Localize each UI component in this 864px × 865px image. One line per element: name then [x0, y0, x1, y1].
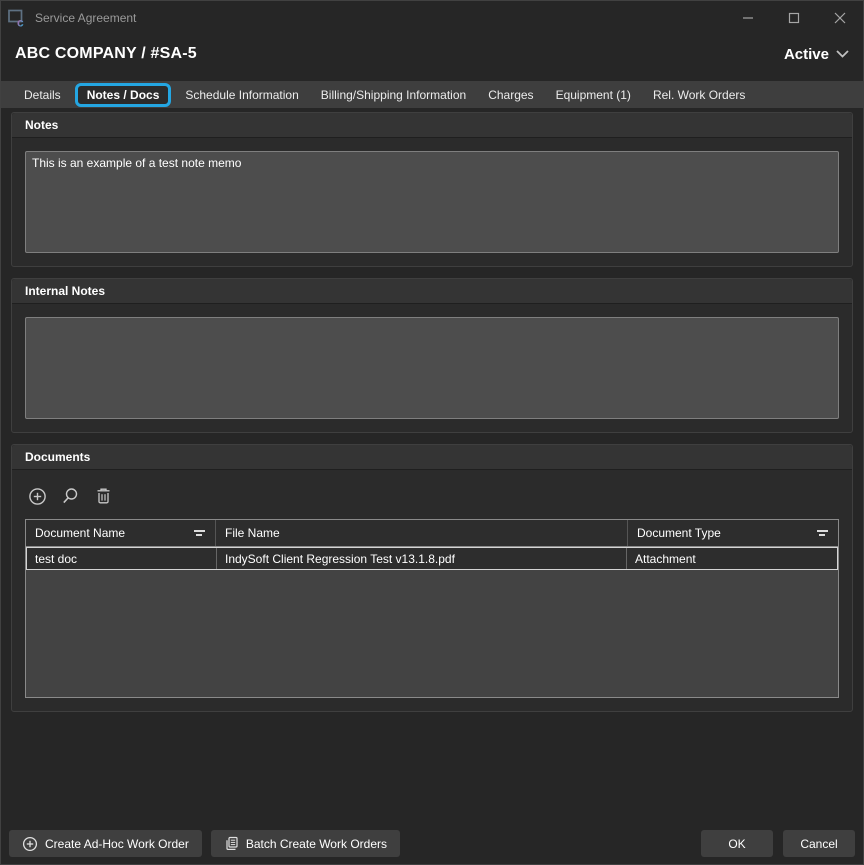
column-header-document-type[interactable]: Document Type: [628, 520, 838, 546]
service-agreement-window: c Service Agreement ABC COMPANY / #SA-5 …: [0, 0, 864, 865]
svg-text:c: c: [17, 16, 24, 30]
tab-schedule-information[interactable]: Schedule Information: [174, 83, 309, 107]
internal-notes-panel: Internal Notes: [11, 278, 853, 433]
page-title: ABC COMPANY / #SA-5: [15, 45, 197, 63]
maximize-icon: [788, 12, 800, 24]
add-document-button[interactable]: [27, 486, 47, 506]
ok-button[interactable]: OK: [701, 830, 773, 857]
trash-icon: [95, 487, 112, 505]
app-logo-icon: c: [6, 6, 30, 30]
documents-panel-header: Documents: [12, 445, 852, 470]
header: ABC COMPANY / #SA-5 Active: [1, 35, 863, 73]
column-header-document-name[interactable]: Document Name: [26, 520, 216, 546]
status-dropdown[interactable]: Active: [784, 46, 849, 63]
window-title: Service Agreement: [35, 11, 725, 25]
tab-charges[interactable]: Charges: [477, 83, 544, 107]
tab-content: Notes This is an example of a test note …: [1, 112, 863, 712]
tab-equipment[interactable]: Equipment (1): [545, 83, 642, 107]
batch-create-work-orders-button[interactable]: Batch Create Work Orders: [211, 830, 400, 857]
internal-notes-panel-header: Internal Notes: [12, 279, 852, 304]
sort-icon[interactable]: [194, 528, 206, 538]
cell-document-name: test doc: [27, 548, 217, 569]
documents-panel: Documents: [11, 444, 853, 712]
magnifier-icon: [61, 487, 79, 505]
tab-notes-docs[interactable]: Notes / Docs: [75, 83, 172, 107]
documents-toolbar: [27, 485, 839, 507]
tab-bar: Details Notes / Docs Schedule Informatio…: [1, 81, 863, 108]
titlebar: c Service Agreement: [1, 1, 863, 35]
cell-file-name: IndySoft Client Regression Test v13.1.8.…: [217, 548, 627, 569]
documents-table: Document Name File Name Document Type: [25, 519, 839, 698]
maximize-button[interactable]: [771, 1, 817, 35]
footer: Create Ad-Hoc Work Order Batch Create Wo…: [9, 830, 855, 857]
copy-documents-icon: [224, 836, 239, 851]
documents-table-header: Document Name File Name Document Type: [26, 520, 838, 547]
search-document-button[interactable]: [60, 486, 80, 506]
table-row[interactable]: test doc IndySoft Client Regression Test…: [26, 547, 838, 570]
minimize-button[interactable]: [725, 1, 771, 35]
internal-notes-textarea[interactable]: [25, 317, 839, 419]
minimize-icon: [742, 12, 754, 24]
tab-billing-shipping-information[interactable]: Billing/Shipping Information: [310, 83, 477, 107]
cell-document-type: Attachment: [627, 548, 837, 569]
close-button[interactable]: [817, 1, 863, 35]
notes-panel: Notes This is an example of a test note …: [11, 112, 853, 267]
plus-circle-icon: [22, 836, 38, 852]
notes-panel-header: Notes: [12, 113, 852, 138]
status-badge: Active: [784, 46, 829, 63]
tab-details[interactable]: Details: [13, 83, 72, 107]
documents-table-body: test doc IndySoft Client Regression Test…: [26, 547, 838, 697]
cancel-button[interactable]: Cancel: [783, 830, 855, 857]
column-header-file-name[interactable]: File Name: [216, 520, 628, 546]
close-icon: [834, 12, 846, 24]
notes-textarea[interactable]: This is an example of a test note memo: [25, 151, 839, 253]
plus-circle-icon: [28, 487, 47, 506]
sort-icon[interactable]: [817, 528, 829, 538]
delete-document-button[interactable]: [93, 486, 113, 506]
chevron-down-icon: [836, 50, 849, 58]
tab-rel-work-orders[interactable]: Rel. Work Orders: [642, 83, 756, 107]
create-adhoc-work-order-button[interactable]: Create Ad-Hoc Work Order: [9, 830, 202, 857]
